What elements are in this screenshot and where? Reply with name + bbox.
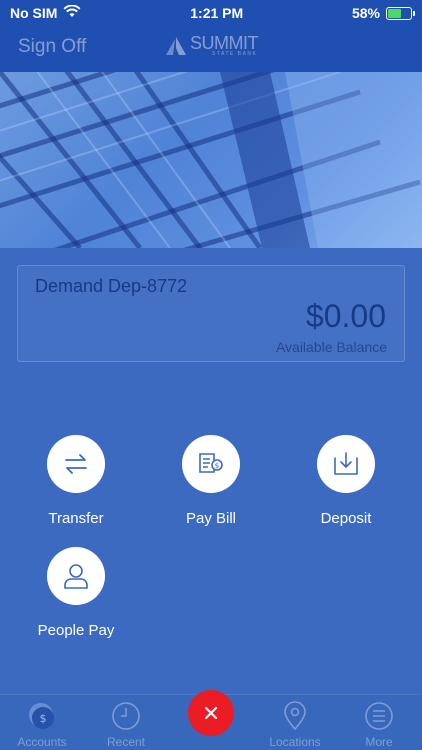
account-balance: $0.00	[305, 298, 386, 334]
battery-level-fill	[388, 8, 401, 18]
battery-icon	[386, 6, 415, 20]
logo-text: SUMMIT STATE BANK	[190, 33, 259, 57]
tab-locations-label: Locations	[269, 735, 321, 749]
sign-off-button[interactable]: Sign Off	[18, 36, 86, 58]
person-icon	[64, 564, 88, 589]
deposit-label: Deposit	[320, 510, 372, 527]
available-balance-label: Available Balance	[275, 339, 387, 355]
close-button[interactable]	[188, 690, 234, 736]
dollar-coin-icon: $	[27, 701, 57, 731]
account-name: Demand Dep-8772	[35, 276, 188, 296]
svg-text:$: $	[215, 462, 219, 470]
battery-percent: 58%	[351, 5, 380, 21]
clock-time: 1:21 PM	[190, 5, 244, 21]
summit-peak-icon	[166, 36, 186, 55]
transfer-label: Transfer	[48, 510, 104, 527]
people-pay-action[interactable]: People Pay	[16, 547, 136, 639]
pay-bill-action[interactable]: $ Pay Bill	[151, 435, 271, 527]
hero-image	[0, 72, 422, 248]
close-icon	[204, 706, 218, 720]
deposit-button[interactable]	[317, 435, 375, 493]
tab-accounts-label: Accounts	[17, 735, 67, 749]
tab-accounts[interactable]: $ Accounts	[2, 695, 82, 750]
transfer-arrows-icon	[65, 454, 87, 474]
location-pin-icon	[280, 701, 310, 731]
bank-logo: SUMMIT STATE BANK	[165, 33, 259, 57]
logo-sub-text: STATE BANK	[212, 51, 258, 57]
tab-more-label: More	[365, 735, 393, 749]
status-left: No SIM	[10, 4, 81, 21]
tab-recent-label: Recent	[106, 735, 146, 749]
people-pay-button[interactable]	[47, 547, 105, 605]
nav-header: Sign Off SUMMIT STATE BANK	[0, 26, 422, 72]
tab-more[interactable]: More	[339, 695, 419, 750]
bill-icon: $	[199, 453, 223, 473]
carrier-label: No SIM	[10, 5, 58, 21]
svg-text:$: $	[40, 712, 47, 725]
pay-bill-label: Pay Bill	[185, 510, 237, 527]
menu-icon	[364, 701, 394, 731]
deposit-tray-icon	[334, 452, 358, 475]
tab-locations[interactable]: Locations	[255, 695, 335, 750]
account-card[interactable]: Demand Dep-8772 $0.00 Available Balance	[17, 265, 405, 362]
logo-main-text: SUMMIT	[190, 33, 259, 53]
transfer-button[interactable]	[47, 435, 105, 493]
deposit-action[interactable]: Deposit	[286, 435, 406, 527]
people-pay-label: People Pay	[37, 622, 115, 639]
tab-recent[interactable]: Recent	[86, 695, 166, 750]
status-bar: No SIM 1:21 PM 58%	[0, 0, 422, 26]
wifi-icon	[63, 4, 81, 21]
status-right: 58%	[351, 5, 415, 21]
clock-icon	[111, 701, 141, 731]
transfer-action[interactable]: Transfer	[16, 435, 136, 527]
pay-bill-button[interactable]: $	[182, 435, 240, 493]
